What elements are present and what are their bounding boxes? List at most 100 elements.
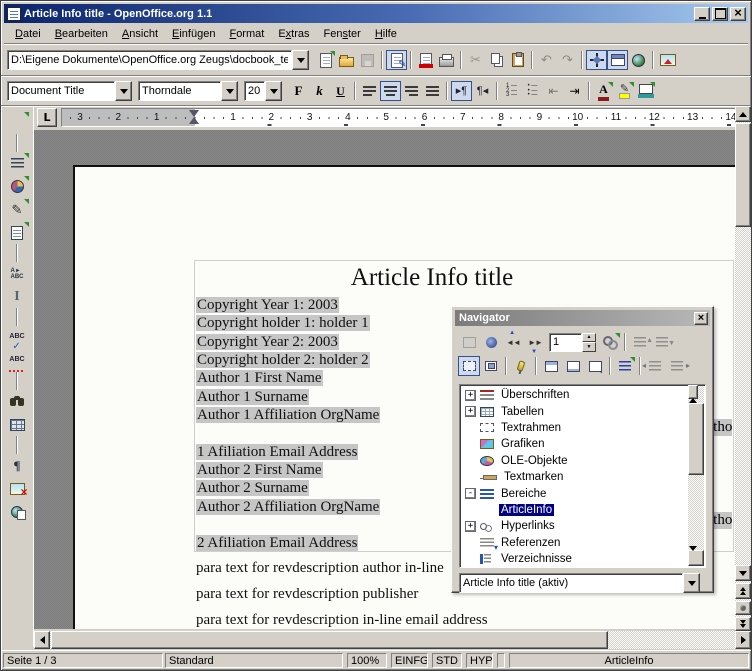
spin-up-button[interactable]: ▲: [582, 333, 596, 343]
navigator-button[interactable]: [586, 50, 607, 70]
status-page-number[interactable]: Seite 1 / 3: [3, 653, 163, 668]
navigator-tree-item[interactable]: ArticleInfo: [462, 502, 687, 518]
margin-marker[interactable]: [189, 110, 199, 125]
autospellcheck-button[interactable]: [4, 349, 30, 372]
align-left-button[interactable]: [359, 81, 380, 101]
spellcheck-button[interactable]: [4, 326, 30, 349]
autotext-button[interactable]: [4, 262, 30, 285]
stylist-button[interactable]: [607, 50, 628, 70]
status-page-style[interactable]: Standard: [165, 653, 343, 668]
indent-decrease-button[interactable]: [543, 81, 564, 101]
menu-item[interactable]: Extras: [271, 26, 316, 42]
promote-level-button[interactable]: [644, 356, 666, 376]
previous-page-button[interactable]: [735, 583, 751, 599]
direct-cursor-button[interactable]: [4, 285, 30, 308]
navigation-button[interactable]: [735, 601, 751, 615]
document-heading[interactable]: Article Info title: [195, 263, 669, 293]
tree-scroll-thumb[interactable]: [688, 403, 704, 475]
align-center-button[interactable]: [380, 81, 401, 101]
navigator-document-dropdown-button[interactable]: [683, 573, 700, 593]
footer-button[interactable]: [562, 356, 584, 376]
navigator-title-bar[interactable]: Navigator: [455, 310, 710, 326]
status-zoom-level[interactable]: 100%: [347, 653, 387, 668]
tree-scroll-up-button[interactable]: [688, 385, 698, 399]
ltr-button[interactable]: [451, 81, 472, 101]
chapter-down-button[interactable]: [651, 332, 673, 352]
undo-button[interactable]: [536, 50, 557, 70]
horizontal-scrollbar[interactable]: [34, 631, 735, 649]
scroll-down-button[interactable]: [735, 565, 751, 581]
font-name-dropdown-button[interactable]: [221, 81, 238, 101]
edit-file-button[interactable]: [386, 50, 407, 70]
menu-item[interactable]: Datei: [8, 26, 48, 42]
tree-expander[interactable]: +: [465, 390, 476, 401]
find-replace-button[interactable]: [4, 390, 30, 413]
set-reminder-button[interactable]: [510, 356, 532, 376]
navigator-tree-item[interactable]: Verzeichnisse: [462, 551, 687, 567]
insert-object-button[interactable]: [4, 175, 30, 198]
indent-increase-button[interactable]: [564, 81, 585, 101]
open-document-button[interactable]: [336, 50, 357, 70]
horizontal-scroll-thumb[interactable]: [51, 631, 608, 649]
navigator-tree-scrollbar[interactable]: [688, 386, 704, 566]
menu-item[interactable]: Einfügen: [165, 26, 222, 42]
italic-button[interactable]: [309, 81, 330, 101]
insert-button[interactable]: [4, 152, 30, 175]
form-functions-button[interactable]: [4, 221, 30, 244]
font-name-input[interactable]: [138, 81, 221, 101]
navigator-document-input[interactable]: [459, 573, 683, 593]
tree-scroll-down-button[interactable]: [688, 550, 704, 566]
page-spinbox[interactable]: 1▲▼: [549, 333, 596, 352]
navigator-tree-item[interactable]: OLE-Objekte: [462, 453, 687, 469]
background-color-button[interactable]: [635, 81, 656, 101]
data-source-view-button[interactable]: [458, 332, 480, 352]
status-insert-mode[interactable]: EINFG: [391, 653, 428, 668]
menu-item[interactable]: Format: [222, 26, 271, 42]
navigator-tree-item[interactable]: Grafiken: [462, 436, 687, 452]
ruler[interactable]: 3211234567891011121314: [61, 108, 737, 127]
navigator-close-button[interactable]: [694, 312, 708, 325]
save-document-button[interactable]: [357, 50, 378, 70]
status-hyperlink-mode[interactable]: HYP: [466, 653, 493, 668]
url-dropdown-button[interactable]: [292, 50, 309, 70]
navigator-tree-item[interactable]: + Überschriften: [462, 387, 687, 403]
status-selection-mode[interactable]: STD: [432, 653, 462, 668]
underline-button[interactable]: [330, 81, 351, 101]
list-box-toggle-button[interactable]: [458, 356, 480, 376]
anchor-text-button[interactable]: [584, 356, 606, 376]
numbering-button[interactable]: [501, 81, 522, 101]
heading-levels-button[interactable]: [614, 356, 636, 376]
navigator-tree-item[interactable]: Textmarken: [462, 469, 687, 485]
menu-item[interactable]: Ansicht: [115, 26, 165, 42]
document-paragraph[interactable]: para text for revdescription in-line ema…: [196, 607, 716, 629]
export-pdf-button[interactable]: [415, 50, 436, 70]
font-color-button[interactable]: [593, 81, 614, 101]
paragraph-style-input[interactable]: [7, 81, 115, 101]
graphics-onoff-button[interactable]: [4, 477, 30, 500]
rtl-button[interactable]: [472, 81, 493, 101]
tree-expander[interactable]: +: [465, 521, 476, 532]
drag-mode-button[interactable]: [599, 332, 621, 352]
scroll-left-button[interactable]: [34, 631, 50, 649]
minimize-button[interactable]: [694, 7, 710, 21]
cut-button[interactable]: [465, 50, 486, 70]
navigation-button[interactable]: [480, 332, 502, 352]
navigator-tree-item[interactable]: Referenzen: [462, 535, 687, 551]
bullets-button[interactable]: [522, 81, 543, 101]
font-size-input[interactable]: [244, 81, 265, 101]
navigator-tree-item[interactable]: + Hyperlinks: [462, 518, 687, 534]
next-page-button[interactable]: [735, 617, 751, 631]
paste-button[interactable]: [507, 50, 528, 70]
navigator-tree-item[interactable]: - Bereiche: [462, 485, 687, 501]
content-view-button[interactable]: [480, 356, 502, 376]
align-right-button[interactable]: [401, 81, 422, 101]
new-document-button[interactable]: [315, 50, 336, 70]
redo-button[interactable]: [557, 50, 578, 70]
hyperlink-dialog-button[interactable]: [628, 50, 649, 70]
header-button[interactable]: [540, 356, 562, 376]
scroll-up-button[interactable]: [735, 106, 751, 122]
paragraph-style-dropdown-button[interactable]: [115, 81, 132, 101]
tree-expander[interactable]: +: [465, 406, 476, 417]
menu-item[interactable]: Fenster: [317, 26, 368, 42]
spin-down-button[interactable]: ▼: [582, 342, 596, 352]
